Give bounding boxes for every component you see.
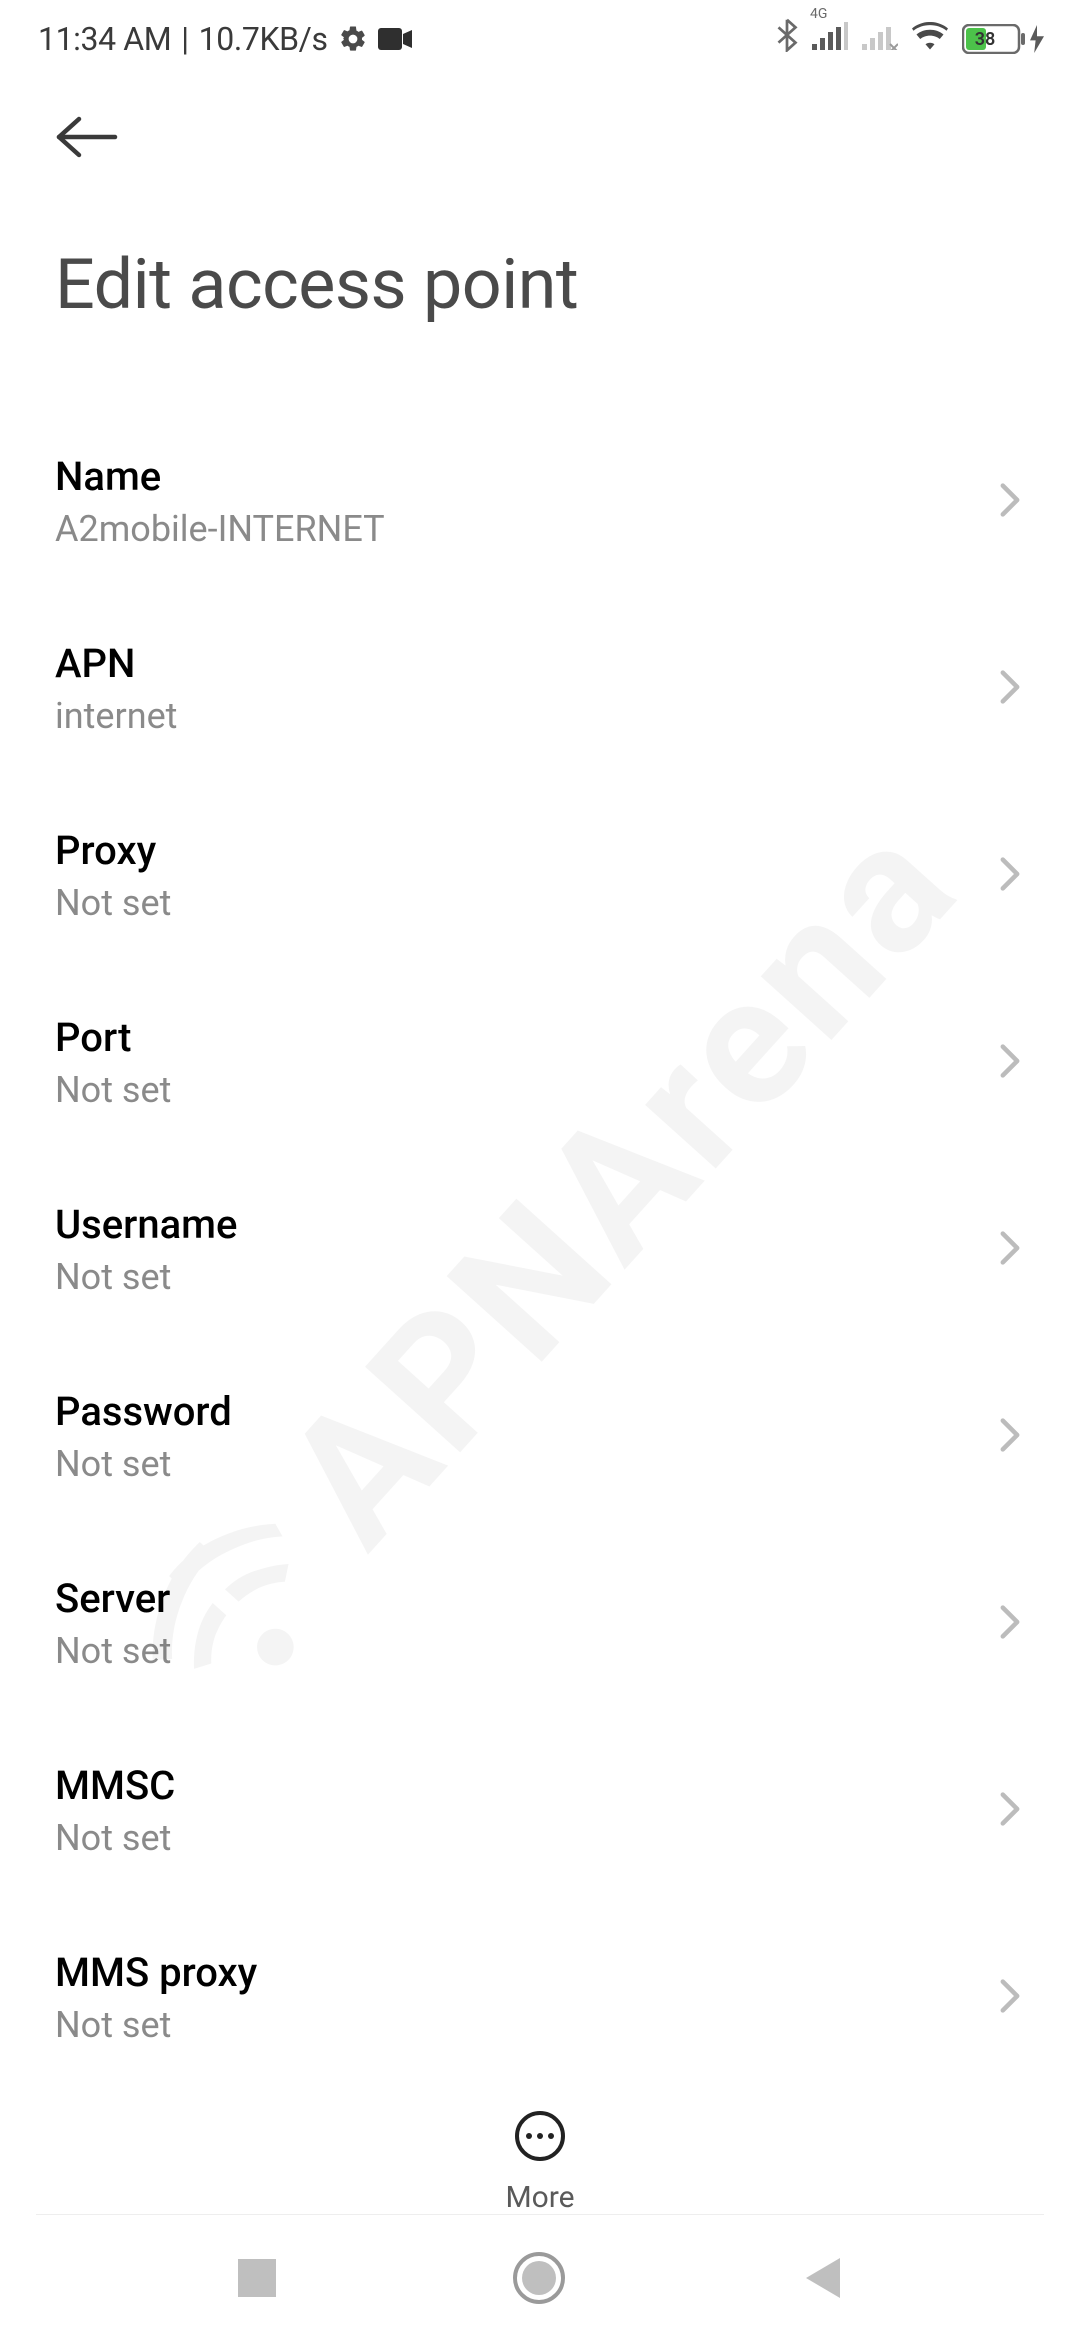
- camera-icon: [378, 28, 412, 50]
- home-button[interactable]: [513, 2252, 565, 2304]
- charging-icon: [1030, 25, 1044, 53]
- setting-item-mmsc[interactable]: MMSC Not set: [0, 1717, 1080, 1904]
- setting-label: MMS proxy: [55, 1949, 257, 1996]
- signal-secondary-icon: [862, 20, 898, 58]
- setting-label: Server: [55, 1575, 171, 1622]
- gear-icon: [338, 24, 368, 54]
- bottom-action-bar: More: [0, 2094, 1080, 2215]
- recents-button[interactable]: [238, 2259, 276, 2297]
- chevron-right-icon: [999, 1417, 1021, 1457]
- setting-item-server[interactable]: Server Not set: [0, 1530, 1080, 1717]
- setting-item-name[interactable]: Name A2mobile-INTERNET: [0, 421, 1080, 595]
- setting-value: A2mobile-INTERNET: [55, 508, 385, 550]
- chevron-right-icon: [999, 1604, 1021, 1644]
- status-bar: 11:34 AM | 10.7KB/s 4G 38: [0, 0, 1080, 78]
- chevron-right-icon: [999, 1043, 1021, 1083]
- chevron-right-icon: [999, 856, 1021, 896]
- more-button[interactable]: More: [505, 2110, 574, 2215]
- setting-value: Not set: [55, 1817, 175, 1859]
- settings-list: APNArena Name A2mobile-INTERNET APN inte…: [0, 421, 1080, 2121]
- setting-item-apn[interactable]: APN internet: [0, 595, 1080, 782]
- chevron-right-icon: [999, 1978, 1021, 2018]
- setting-value: Not set: [55, 1630, 171, 1672]
- wifi-icon: [912, 20, 948, 58]
- page-title: Edit access point: [55, 244, 1025, 326]
- setting-item-password[interactable]: Password Not set: [0, 1343, 1080, 1530]
- setting-label: Name: [55, 453, 385, 500]
- setting-item-username[interactable]: Username Not set: [0, 1156, 1080, 1343]
- setting-label: Password: [55, 1388, 232, 1435]
- battery-icon: 38: [962, 24, 1044, 54]
- setting-value: Not set: [55, 882, 171, 924]
- setting-label: APN: [55, 640, 177, 687]
- back-button[interactable]: [55, 102, 125, 172]
- setting-item-mms-proxy[interactable]: MMS proxy Not set: [0, 1904, 1080, 2091]
- battery-percent: 38: [975, 29, 996, 50]
- triangle-left-icon: [802, 2256, 842, 2300]
- chevron-right-icon: [999, 1791, 1021, 1831]
- chevron-right-icon: [999, 1230, 1021, 1270]
- chevron-right-icon: [999, 482, 1021, 522]
- setting-item-port[interactable]: Port Not set: [0, 969, 1080, 1156]
- signal-4g-icon: 4G: [812, 20, 848, 58]
- more-icon: [514, 2110, 566, 2162]
- status-separator: |: [181, 20, 188, 58]
- status-left-group: 11:34 AM | 10.7KB/s: [38, 20, 412, 58]
- status-right-group: 4G 38: [776, 18, 1044, 60]
- setting-label: MMSC: [55, 1762, 175, 1809]
- android-back-button[interactable]: [802, 2256, 842, 2300]
- circle-icon: [513, 2252, 565, 2304]
- arrow-left-icon: [55, 115, 119, 159]
- header: Edit access point: [0, 78, 1080, 326]
- more-label: More: [505, 2180, 574, 2215]
- bluetooth-icon: [776, 18, 798, 60]
- setting-label: Port: [55, 1014, 171, 1061]
- setting-value: Not set: [55, 1256, 237, 1298]
- setting-value: Not set: [55, 1443, 232, 1485]
- setting-label: Username: [55, 1201, 237, 1248]
- navigation-bar: [0, 2215, 1080, 2340]
- square-icon: [238, 2259, 276, 2297]
- chevron-right-icon: [999, 669, 1021, 709]
- setting-value: Not set: [55, 2004, 257, 2046]
- setting-item-proxy[interactable]: Proxy Not set: [0, 782, 1080, 969]
- clock-text: 11:34 AM: [38, 20, 171, 58]
- setting-label: Proxy: [55, 827, 171, 874]
- setting-value: Not set: [55, 1069, 171, 1111]
- setting-value: internet: [55, 695, 177, 737]
- data-rate-text: 10.7KB/s: [199, 20, 328, 58]
